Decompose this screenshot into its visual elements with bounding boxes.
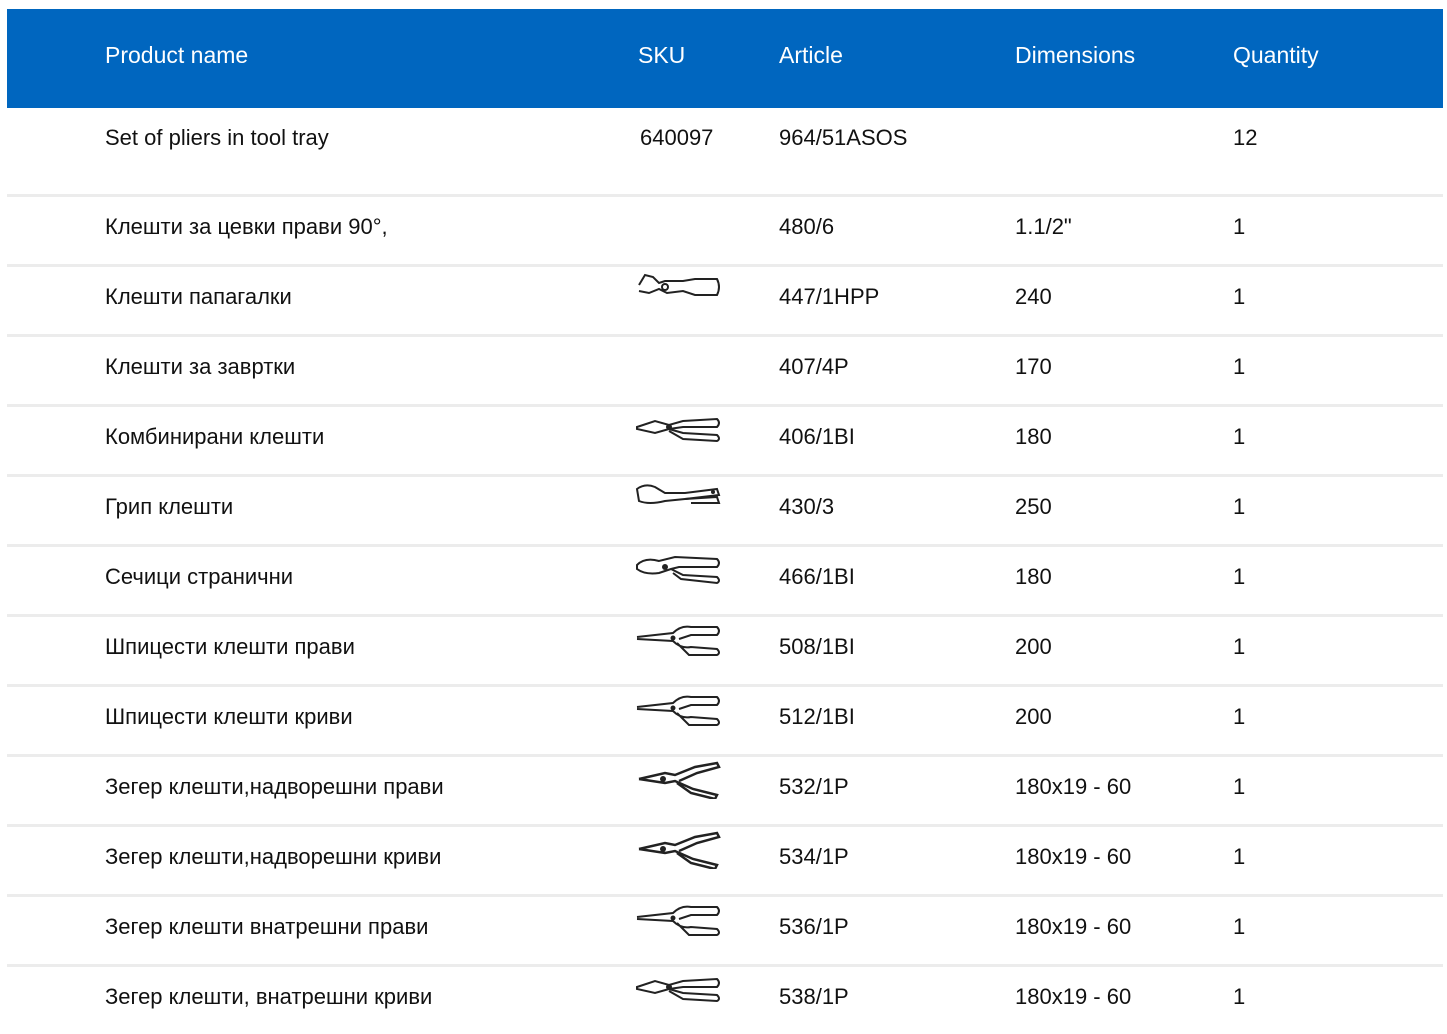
locking-pliers-icon <box>635 479 723 519</box>
article-cell: 508/1BI <box>779 634 855 659</box>
table-row: Шпицести клешти криви 512/1BI 200 1 <box>7 687 1443 757</box>
dimensions-cell: 1.1/2" <box>1015 214 1072 239</box>
article-cell: 406/1BI <box>779 424 855 449</box>
header-article[interactable]: Article <box>779 9 843 101</box>
needle-nose-pliers-icon <box>635 619 723 659</box>
circlip-pliers-internal-bent-icon <box>635 969 723 1009</box>
product-name-cell: Клешти за завртки <box>105 354 296 379</box>
side-cutters-icon <box>635 549 723 589</box>
table-header: Product name SKU Article Dimensions Quan… <box>7 9 1443 108</box>
circlip-pliers-external-straight-icon <box>635 759 723 799</box>
table-row: Зегер клешти,надворешни прави 532/1P 180… <box>7 757 1443 827</box>
table-row: Зегер клешти, внатрешни криви 538/1P 180… <box>7 967 1443 1034</box>
header-product-name[interactable]: Product name <box>105 9 248 101</box>
article-cell: 407/4P <box>779 354 849 379</box>
header-quantity[interactable]: Quantity <box>1233 9 1319 101</box>
article-cell: 536/1P <box>779 914 849 939</box>
circlip-pliers-external-bent-icon <box>635 829 723 869</box>
article-cell: 430/3 <box>779 494 835 519</box>
header-sku[interactable]: SKU <box>638 9 685 101</box>
quantity-cell: 1 <box>1233 564 1246 589</box>
table-row: Комбинирани клешти 406/1BI 180 1 <box>7 407 1443 477</box>
sku-cell: 640097 <box>640 125 714 150</box>
table-row: Зегер клешти внатрешни прави 536/1P 180x… <box>7 897 1443 967</box>
quantity-cell: 1 <box>1233 704 1246 729</box>
product-name-cell: Set of pliers in tool tray <box>105 125 329 150</box>
table-row: Клешти за цевки прави 90°, 480/6 1.1/2" … <box>7 197 1443 267</box>
table-row: Клешти папагалки 447/1HPP 240 1 <box>7 267 1443 337</box>
product-name-cell: Клешти папагалки <box>105 284 292 309</box>
product-name-cell: Комбинирани клешти <box>105 424 325 449</box>
dimensions-cell: 250 <box>1015 494 1052 519</box>
product-name-cell: Клешти за цевки прави 90°, <box>105 214 388 239</box>
article-cell: 538/1P <box>779 984 849 1009</box>
quantity-cell: 1 <box>1233 634 1246 659</box>
table-row: Клешти за завртки 407/4P 170 1 <box>7 337 1443 407</box>
product-name-cell: Зегер клешти, внатрешни криви <box>105 984 433 1009</box>
dimensions-cell: 200 <box>1015 704 1052 729</box>
table-row-main: Set of pliers in tool tray 640097 964/51… <box>7 108 1443 197</box>
product-table: Product name SKU Article Dimensions Quan… <box>7 9 1443 1034</box>
article-cell: 466/1BI <box>779 564 855 589</box>
dimensions-cell: 180 <box>1015 424 1052 449</box>
article-cell: 512/1BI <box>779 704 855 729</box>
dimensions-cell: 180x19 - 60 <box>1015 984 1132 1009</box>
dimensions-cell: 170 <box>1015 354 1052 379</box>
dimensions-cell: 180 <box>1015 564 1052 589</box>
product-name-cell: Грип клешти <box>105 494 234 519</box>
article-cell: 480/6 <box>779 214 835 239</box>
product-name-cell: Шпицести клешти криви <box>105 704 353 729</box>
table-row: Сечици странични 466/1BI 180 1 <box>7 547 1443 617</box>
quantity-cell: 1 <box>1233 424 1246 449</box>
quantity-cell: 1 <box>1233 494 1246 519</box>
product-name-cell: Зегер клешти внатрешни прави <box>105 914 429 939</box>
product-name-cell: Шпицести клешти прави <box>105 634 355 659</box>
water-pump-pliers-icon <box>635 269 723 309</box>
dimensions-cell: 180x19 - 60 <box>1015 914 1132 939</box>
quantity-cell: 1 <box>1233 774 1246 799</box>
quantity-cell: 12 <box>1233 125 1258 150</box>
quantity-cell: 1 <box>1233 284 1246 309</box>
quantity-cell: 1 <box>1233 914 1246 939</box>
circlip-pliers-internal-straight-icon <box>635 899 723 939</box>
quantity-cell: 1 <box>1233 844 1246 869</box>
dimensions-cell: 180x19 - 60 <box>1015 844 1132 869</box>
table-row: Грип клешти 430/3 250 1 <box>7 477 1443 547</box>
quantity-cell: 1 <box>1233 214 1246 239</box>
product-name-cell: Сечици странични <box>105 564 294 589</box>
table-row: Шпицести клешти прави 508/1BI 200 1 <box>7 617 1443 687</box>
table-row: Зегер клешти,надворешни криви 534/1P 180… <box>7 827 1443 897</box>
bent-nose-pliers-icon <box>635 689 723 729</box>
combination-pliers-icon <box>635 409 723 449</box>
dimensions-cell: 240 <box>1015 284 1052 309</box>
dimensions-cell: 200 <box>1015 634 1052 659</box>
article-cell: 964/51ASOS <box>779 125 908 150</box>
product-name-cell: Зегер клешти,надворешни прави <box>105 774 444 799</box>
dimensions-cell: 180x19 - 60 <box>1015 774 1132 799</box>
article-cell: 532/1P <box>779 774 849 799</box>
quantity-cell: 1 <box>1233 354 1246 379</box>
article-cell: 447/1HPP <box>779 284 880 309</box>
product-name-cell: Зегер клешти,надворешни криви <box>105 844 442 869</box>
article-cell: 534/1P <box>779 844 849 869</box>
quantity-cell: 1 <box>1233 984 1246 1009</box>
header-dimensions[interactable]: Dimensions <box>1015 9 1135 101</box>
